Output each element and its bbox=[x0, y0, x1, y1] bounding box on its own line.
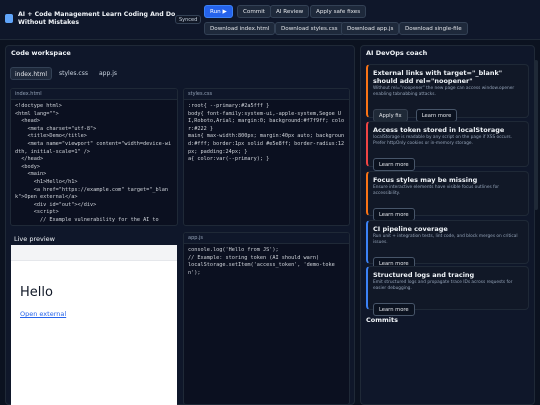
preview-toolbar bbox=[11, 245, 177, 261]
coach-scrollbar[interactable] bbox=[534, 60, 538, 210]
ai-coach-title: AI DevOps coach bbox=[366, 49, 428, 57]
suggestion-title: External links with target="_blank" shou… bbox=[373, 69, 503, 85]
sync-status-badge: Synced bbox=[175, 15, 202, 24]
code-text[interactable]: <!doctype html> <html lang=""> <head> <m… bbox=[11, 100, 177, 225]
index-html-editor[interactable]: index.html <!doctype html> <html lang=""… bbox=[10, 88, 178, 226]
download-index-button[interactable]: Download index.html bbox=[204, 22, 276, 35]
code-text[interactable]: console.log('Hello from JS'); // Example… bbox=[184, 244, 349, 280]
suggestion-card: Access token stored in localStorage loca… bbox=[366, 121, 529, 171]
suggestion-card: CI pipeline coverage Run unit + integrat… bbox=[366, 220, 529, 270]
tab-styles-css[interactable]: styles.css bbox=[55, 67, 92, 80]
editor-label: styles.css bbox=[184, 89, 349, 100]
suggestion-title: CI pipeline coverage bbox=[373, 225, 448, 233]
learn-more-button[interactable]: Learn more bbox=[373, 303, 415, 316]
commit-button[interactable]: Commit bbox=[237, 5, 271, 18]
styles-css-editor[interactable]: styles.css :root{ --primary:#2a5fff } bo… bbox=[183, 88, 350, 226]
run-button[interactable]: Run ▶ bbox=[204, 5, 233, 18]
apply-safe-fixes-button[interactable]: Apply safe fixes bbox=[310, 5, 367, 18]
suggestion-description: Run unit + integration tests, lint code,… bbox=[373, 234, 518, 245]
code-workspace-title: Code workspace bbox=[11, 49, 71, 57]
learn-more-button[interactable]: Learn more bbox=[373, 158, 415, 171]
app-title: AI + Code Management Learn Coding And Do… bbox=[18, 11, 176, 26]
suggestion-description: Without rel="noopener" the new page can … bbox=[373, 86, 515, 97]
commits-title: Commits bbox=[366, 316, 398, 324]
download-app-button[interactable]: Download app.js bbox=[341, 22, 400, 35]
suggestion-title: Access token stored in localStorage bbox=[373, 126, 505, 134]
preview-external-link[interactable]: Open external bbox=[20, 310, 66, 318]
preview-heading: Hello bbox=[20, 285, 53, 300]
suggestion-description: Ensure interactive elements have visible… bbox=[373, 185, 499, 196]
app-js-editor[interactable]: app.js console.log('Hello from JS'); // … bbox=[183, 232, 350, 405]
code-text[interactable]: :root{ --primary:#2a5fff } body{ font-fa… bbox=[184, 100, 349, 167]
suggestion-description: Emit structured logs and propagate trace… bbox=[373, 280, 513, 291]
tab-index-html[interactable]: index.html bbox=[10, 67, 52, 80]
live-preview-frame: Hello Open external bbox=[11, 245, 177, 405]
suggestion-card: Structured logs and tracing Emit structu… bbox=[366, 266, 529, 316]
editor-label: app.js bbox=[184, 233, 349, 244]
suggestion-description: localStorage is readable by any script o… bbox=[373, 135, 512, 146]
editor-label: index.html bbox=[11, 89, 177, 100]
suggestion-card: Focus styles may be missing Ensure inter… bbox=[366, 171, 529, 221]
suggestion-title: Structured logs and tracing bbox=[373, 271, 475, 279]
app-logo-icon bbox=[5, 14, 13, 23]
live-preview-title: Live preview bbox=[14, 235, 55, 243]
download-single-file-button[interactable]: Download single-file bbox=[399, 22, 468, 35]
download-styles-button[interactable]: Download styles.css bbox=[275, 22, 344, 35]
suggestion-card: External links with target="_blank" shou… bbox=[366, 64, 529, 122]
tab-app-js[interactable]: app.js bbox=[95, 67, 121, 80]
suggestion-title: Focus styles may be missing bbox=[373, 176, 478, 184]
ai-review-button[interactable]: AI Review bbox=[270, 5, 310, 18]
